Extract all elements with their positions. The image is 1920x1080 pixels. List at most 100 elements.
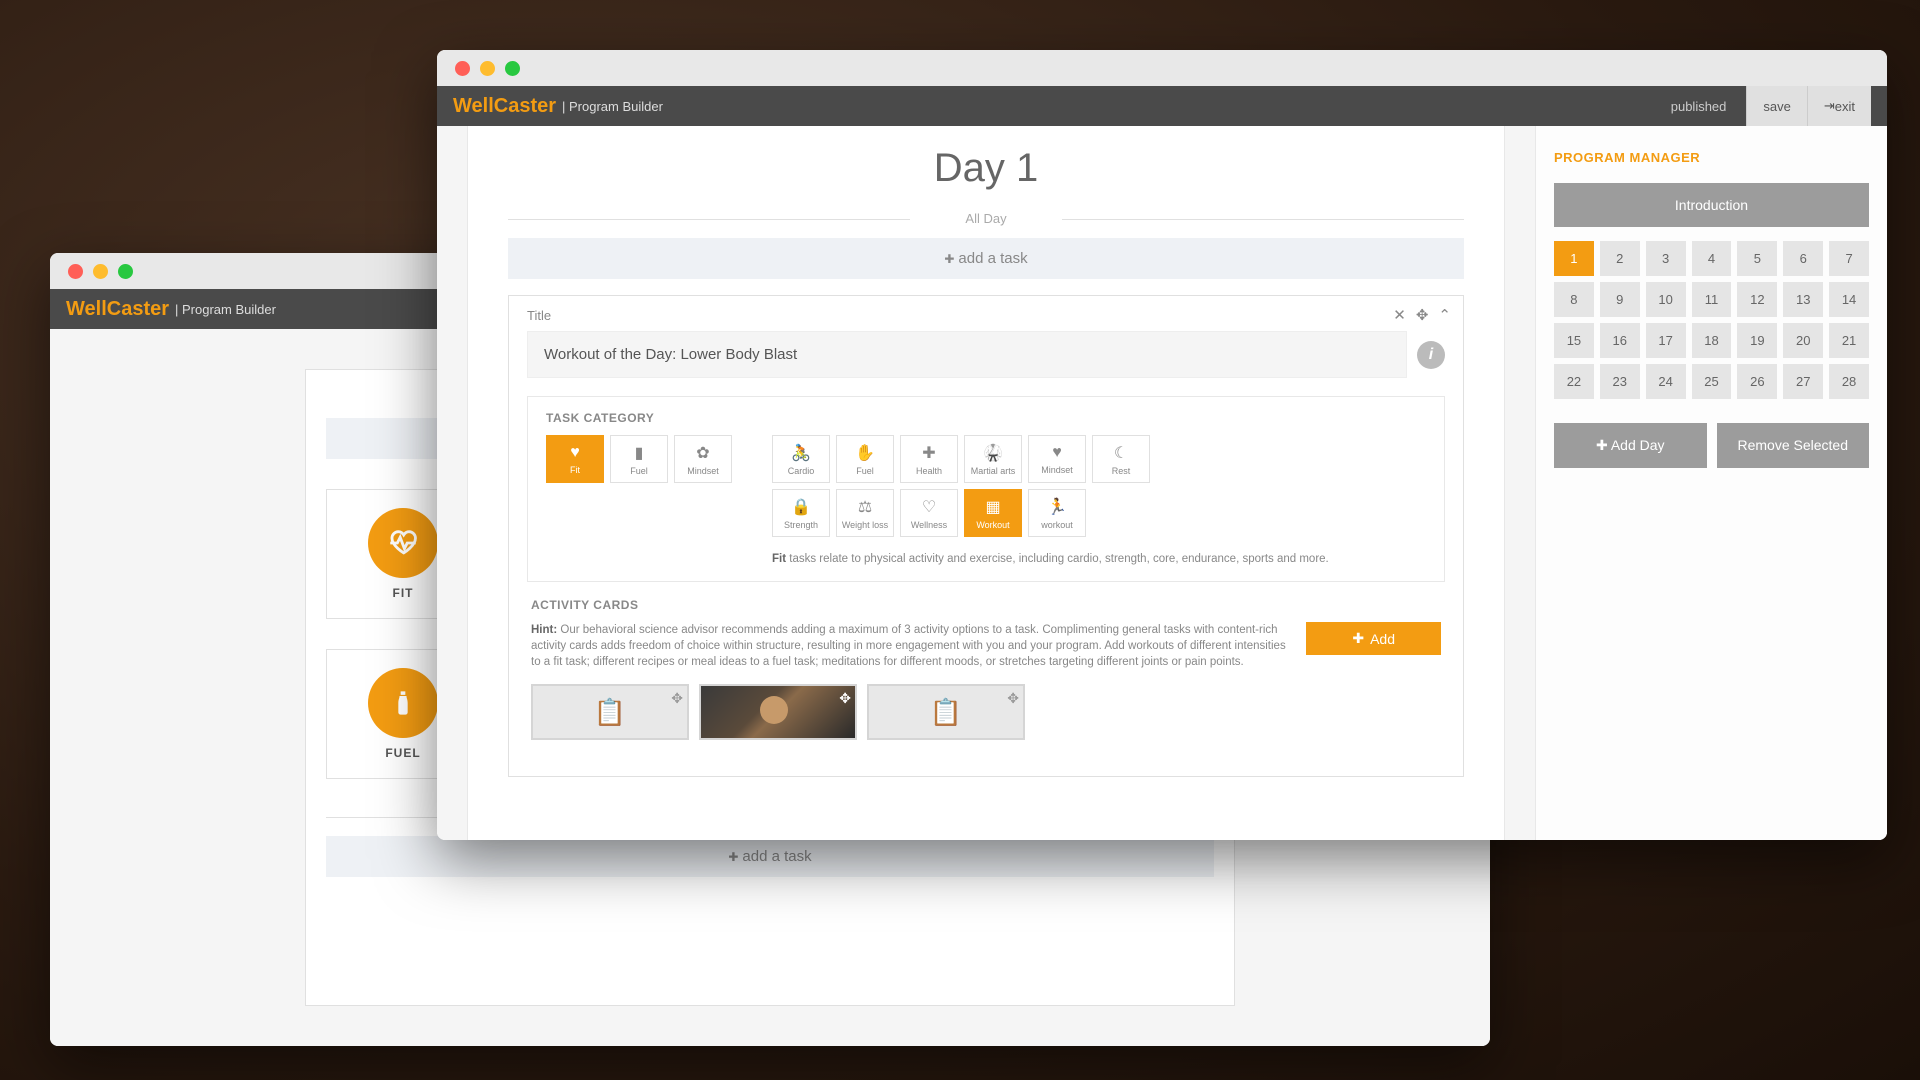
category-label: Health — [916, 466, 942, 476]
day-cell-3[interactable]: 3 — [1646, 241, 1686, 276]
category-icon: ⚖ — [858, 497, 872, 517]
category-tile-mindset[interactable]: ♥Mindset — [1028, 435, 1086, 483]
front-window: WellCaster | Program Builder published s… — [437, 50, 1887, 840]
category-icon: 🔒 — [791, 497, 811, 517]
day-cell-27[interactable]: 27 — [1783, 364, 1823, 399]
add-task-button[interactable]: add a task — [508, 238, 1464, 279]
close-task-icon[interactable]: ✕ — [1393, 306, 1406, 324]
category-tile-weight-loss[interactable]: ⚖ Weight loss — [836, 489, 894, 537]
published-status: published — [1671, 99, 1727, 114]
maximize-icon[interactable] — [118, 264, 133, 279]
drag-icon[interactable]: ✥ — [839, 690, 851, 707]
category-icon: ▮ — [635, 443, 644, 463]
category-tile-fit[interactable]: ♥Fit — [546, 435, 604, 483]
activity-card-video[interactable]: ✥ — [699, 684, 857, 740]
category-tile-martial-arts[interactable]: 🥋Martial arts — [964, 435, 1022, 483]
activity-card-empty[interactable]: 📋 ✥ — [531, 684, 689, 740]
category-tile-mindset[interactable]: ✿ Mindset — [674, 435, 732, 483]
day-cell-1[interactable]: 1 — [1554, 241, 1594, 276]
day-cell-19[interactable]: 19 — [1737, 323, 1777, 358]
category-tile-workout[interactable]: ▦Workout — [964, 489, 1022, 537]
category-label: Rest — [1112, 466, 1131, 476]
day-cell-8[interactable]: 8 — [1554, 282, 1594, 317]
day-cell-16[interactable]: 16 — [1600, 323, 1640, 358]
category-tile-wellness[interactable]: ♡Wellness — [900, 489, 958, 537]
category-tile-cardio[interactable]: 🚴Cardio — [772, 435, 830, 483]
close-icon[interactable] — [68, 264, 83, 279]
add-task-button[interactable]: add a task — [326, 836, 1214, 877]
category-tile-workout[interactable]: 🏃 workout — [1028, 489, 1086, 537]
day-cell-18[interactable]: 18 — [1692, 323, 1732, 358]
task-title-input[interactable] — [527, 331, 1407, 378]
day-cell-7[interactable]: 7 — [1829, 241, 1869, 276]
category-tile-health[interactable]: ✚Health — [900, 435, 958, 483]
brand: WellCaster — [453, 95, 556, 118]
category-icon: 🥋 — [983, 443, 1003, 463]
day-cell-4[interactable]: 4 — [1692, 241, 1732, 276]
add-day-button[interactable]: ✚ Add Day — [1554, 423, 1707, 468]
category-tile-fuel[interactable]: ✋Fuel — [836, 435, 894, 483]
day-cell-23[interactable]: 23 — [1600, 364, 1640, 399]
day-cell-28[interactable]: 28 — [1829, 364, 1869, 399]
day-cell-22[interactable]: 22 — [1554, 364, 1594, 399]
category-icon: 🚴 — [791, 443, 811, 463]
day-cell-5[interactable]: 5 — [1737, 241, 1777, 276]
title-label: Title — [527, 308, 1445, 323]
drag-icon[interactable]: ✥ — [1007, 690, 1019, 707]
brand-sub: | Program Builder — [562, 99, 663, 114]
exit-button[interactable]: ⇥ exit — [1807, 86, 1871, 126]
day-cell-10[interactable]: 10 — [1646, 282, 1686, 317]
maximize-icon[interactable] — [505, 61, 520, 76]
video-thumbnail — [701, 686, 855, 738]
day-cell-12[interactable]: 12 — [1737, 282, 1777, 317]
minimize-icon[interactable] — [480, 61, 495, 76]
brand-sub: | Program Builder — [175, 302, 276, 317]
category-tile-rest[interactable]: ☾Rest — [1092, 435, 1150, 483]
day-cell-21[interactable]: 21 — [1829, 323, 1869, 358]
day-cell-13[interactable]: 13 — [1783, 282, 1823, 317]
day-cell-20[interactable]: 20 — [1783, 323, 1823, 358]
program-manager-sidebar: PROGRAM MANAGER Introduction 12345678910… — [1535, 126, 1887, 840]
move-task-icon[interactable]: ✥ — [1416, 306, 1429, 324]
front-titlebar — [437, 50, 1887, 86]
collapse-task-icon[interactable]: ⌃ — [1438, 306, 1451, 324]
category-tile-fuel[interactable]: ▮Fuel — [610, 435, 668, 483]
category-label: Strength — [784, 520, 818, 530]
category-label: Weight loss — [842, 520, 888, 530]
day-cell-25[interactable]: 25 — [1692, 364, 1732, 399]
category-icon: ✋ — [855, 443, 875, 463]
activity-cards-panel: ACTIVITY CARDS Hint: Our behavioral scie… — [527, 598, 1445, 740]
info-icon[interactable]: i — [1417, 341, 1445, 369]
category-icon: 🏃 — [1047, 497, 1067, 517]
day-cell-9[interactable]: 9 — [1600, 282, 1640, 317]
category-left-group: ♥Fit▮Fuel ✿ Mindset — [546, 435, 732, 567]
day-cell-2[interactable]: 2 — [1600, 241, 1640, 276]
day-cell-14[interactable]: 14 — [1829, 282, 1869, 317]
day-cell-26[interactable]: 26 — [1737, 364, 1777, 399]
day-cell-17[interactable]: 17 — [1646, 323, 1686, 358]
category-tile-strength[interactable]: 🔒 Strength — [772, 489, 830, 537]
close-icon[interactable] — [455, 61, 470, 76]
day-cell-24[interactable]: 24 — [1646, 364, 1686, 399]
category-label: Fit — [570, 465, 580, 475]
remove-selected-button[interactable]: Remove Selected — [1717, 423, 1870, 468]
drag-icon[interactable]: ✥ — [671, 690, 683, 707]
exit-icon: ⇥ — [1824, 98, 1835, 114]
category-label: workout — [1041, 520, 1073, 530]
category-label: Wellness — [911, 520, 947, 530]
hint-text: Hint: Our behavioral science advisor rec… — [531, 622, 1286, 670]
introduction-button[interactable]: Introduction — [1554, 183, 1869, 227]
plus-icon: ✚ — [1352, 630, 1364, 647]
category-icon: ✿ — [696, 443, 709, 463]
category-label: Mindset — [687, 466, 719, 476]
minimize-icon[interactable] — [93, 264, 108, 279]
day-cell-11[interactable]: 11 — [1692, 282, 1732, 317]
day-cell-15[interactable]: 15 — [1554, 323, 1594, 358]
front-app-header: WellCaster | Program Builder published s… — [437, 86, 1887, 126]
save-button[interactable]: save — [1746, 86, 1806, 126]
add-activity-button[interactable]: ✚Add — [1306, 622, 1441, 655]
day-cell-6[interactable]: 6 — [1783, 241, 1823, 276]
clipboard-icon: 📋 — [930, 697, 962, 728]
task-category-label: TASK CATEGORY — [546, 411, 1426, 425]
activity-card-empty[interactable]: 📋 ✥ — [867, 684, 1025, 740]
